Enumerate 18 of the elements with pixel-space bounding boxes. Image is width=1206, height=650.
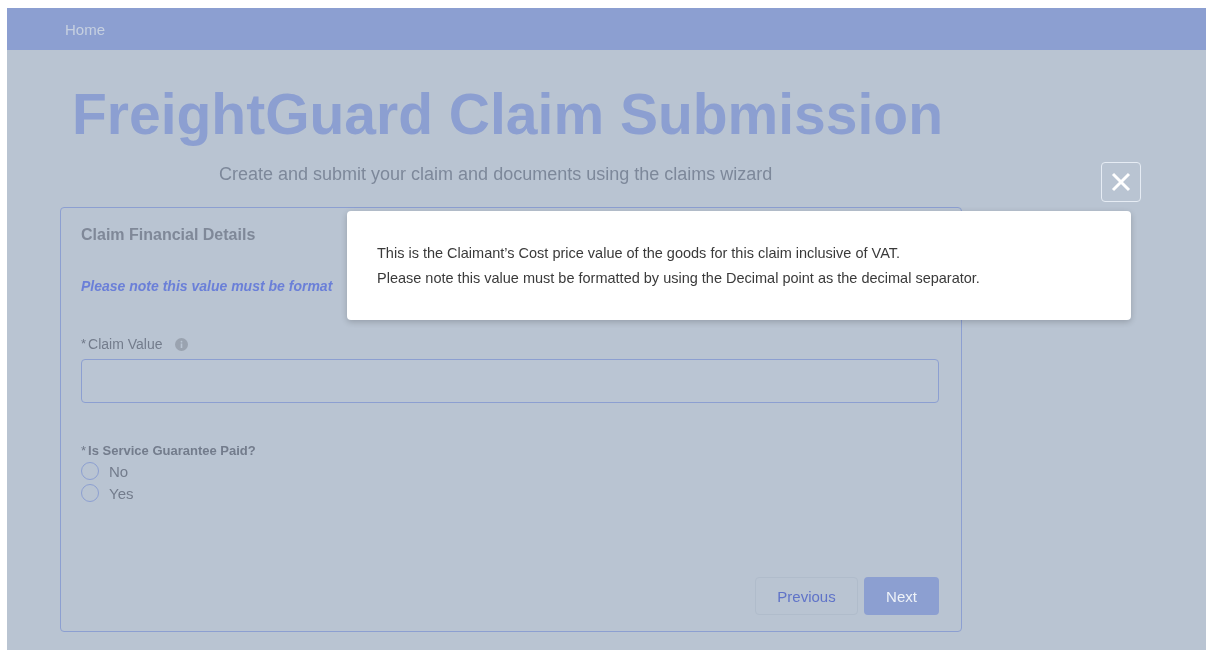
- help-text: Please note this value must be formatted by using the Decimal point as the decimal separator.: [377, 269, 981, 288]
- close-icon: [1110, 171, 1132, 193]
- format-note: Please note this value must be format: [81, 278, 333, 294]
- required-marker: *: [81, 336, 87, 351]
- next-button[interactable]: Next: [864, 577, 939, 615]
- field-label: Claim Value: [88, 336, 163, 352]
- card-title: Claim Financial Details: [81, 226, 257, 244]
- page-subtitle: Create and submit your claim and documents using the claims wizard: [219, 164, 773, 185]
- field-label: Is Service Guarantee Paid?: [88, 443, 256, 458]
- home-link[interactable]: Home: [65, 20, 105, 38]
- option-label: Yes: [109, 484, 134, 502]
- previous-button[interactable]: Previous: [755, 577, 858, 615]
- claim-value-field[interactable]: [81, 359, 939, 403]
- required-marker: *: [81, 443, 87, 458]
- option-label: No: [109, 462, 129, 480]
- help-text: This is the Claimant’s Cost price value of the goods for this claim inclusive of VAT.: [377, 244, 902, 263]
- info-icon[interactable]: [174, 337, 188, 351]
- close-button[interactable]: [1101, 162, 1141, 202]
